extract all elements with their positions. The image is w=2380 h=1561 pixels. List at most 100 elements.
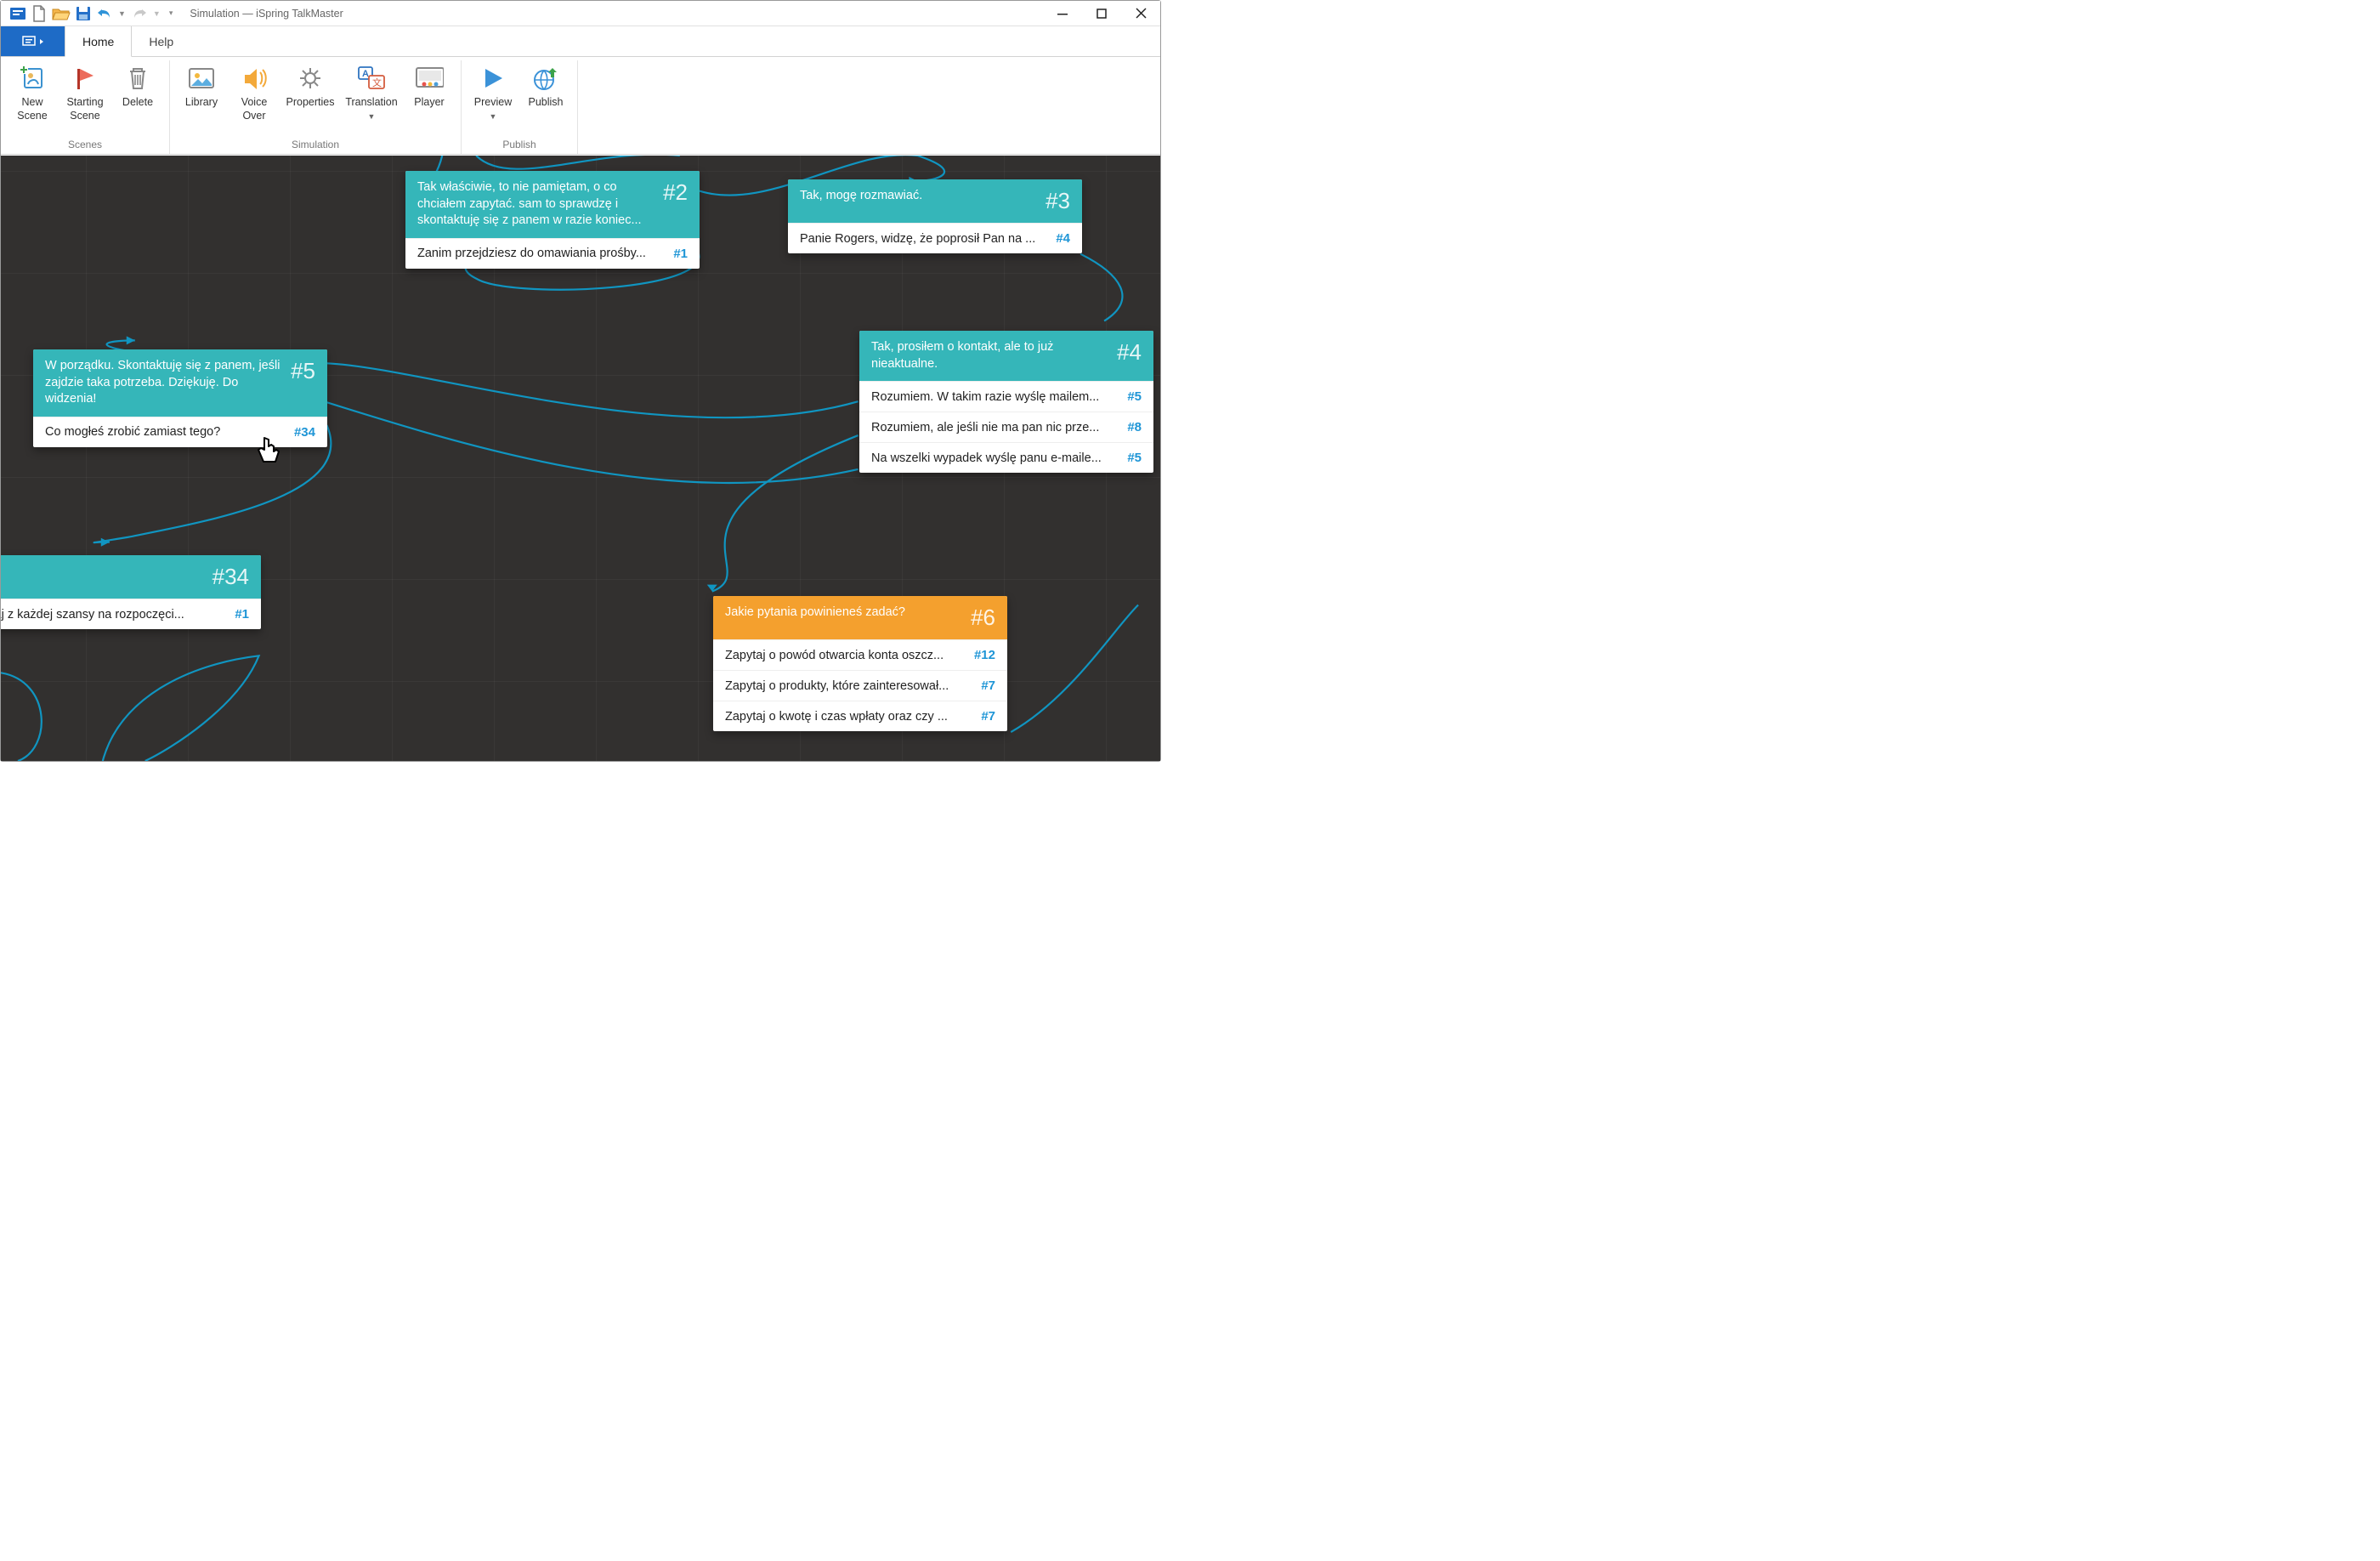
node-header[interactable]: #34 — [1, 555, 261, 599]
tab-home[interactable]: Home — [65, 26, 132, 57]
library-label: Library — [185, 96, 218, 110]
response-link-id: #7 — [981, 709, 995, 724]
response-link-id: #34 — [294, 425, 315, 440]
node-id: #4 — [1117, 339, 1142, 366]
svg-text:文: 文 — [372, 77, 382, 88]
tab-help[interactable]: Help — [132, 26, 191, 56]
node-id: #2 — [663, 179, 688, 206]
player-button[interactable]: Player — [403, 60, 456, 110]
response-text: Na wszelki wypadek wyślę panu e-maile... — [871, 451, 1117, 465]
response-text: Zapytaj o kwotę i czas wpłaty oraz czy .… — [725, 710, 971, 724]
properties-icon — [296, 64, 325, 93]
scene-node-5[interactable]: W porządku. Skontaktuję się z panem, jeś… — [33, 349, 327, 447]
node-header[interactable]: Tak właściwie, to nie pamiętam, o co chc… — [405, 171, 700, 238]
window-title: Simulation — iSpring TalkMaster — [190, 8, 343, 20]
close-button[interactable] — [1121, 1, 1160, 26]
scene-node-34[interactable]: #34 ystaj z każdej szansy na rozpoczęci.… — [1, 555, 261, 629]
ribbon-group-publish: Preview▼ Publish Publish — [462, 60, 578, 154]
node-title: Jakie pytania powinieneś zadać? — [725, 605, 962, 622]
preview-button[interactable]: Preview▼ — [467, 60, 519, 122]
group-label-publish: Publish — [502, 139, 536, 154]
preview-label: Preview▼ — [474, 96, 512, 122]
scene-node-4[interactable]: Tak, prosiłem o kontakt, ale to już niea… — [859, 331, 1153, 473]
player-label: Player — [414, 96, 444, 110]
redo-dropdown-icon[interactable]: ▼ — [153, 9, 161, 18]
properties-label: Properties — [286, 96, 335, 110]
scene-node-6[interactable]: Jakie pytania powinieneś zadać? #6 Zapyt… — [713, 596, 1007, 731]
node-response-row[interactable]: Rozumiem. W takim razie wyślę mailem... … — [859, 381, 1153, 412]
node-response-row[interactable]: Co mogłeś zrobić zamiast tego? #34 — [33, 417, 327, 447]
library-button[interactable]: Library — [175, 60, 228, 110]
node-title: Tak właściwie, to nie pamiętam, o co chc… — [417, 179, 654, 230]
save-icon[interactable] — [76, 6, 91, 21]
quick-access-toolbar: ▼ ▼ ▾ — [4, 5, 178, 22]
group-label-scenes: Scenes — [68, 139, 102, 154]
response-text: Rozumiem. W takim razie wyślę mailem... — [871, 390, 1117, 404]
translation-button[interactable]: A文 Translation▼ — [340, 60, 403, 122]
node-response-row[interactable]: Zapytaj o produkty, które zainteresował.… — [713, 670, 1007, 701]
node-id: #34 — [212, 564, 249, 590]
new-file-icon[interactable] — [31, 5, 47, 22]
qat-customize-icon[interactable]: ▾ — [169, 9, 173, 18]
node-title: Tak, prosiłem o kontakt, ale to już niea… — [871, 339, 1108, 372]
starting-scene-icon — [71, 64, 99, 93]
node-header[interactable]: Tak, prosiłem o kontakt, ale to już niea… — [859, 331, 1153, 381]
ribbon-tab-strip: Home Help — [1, 26, 1160, 57]
delete-label: Delete — [122, 96, 153, 110]
properties-button[interactable]: Properties — [280, 60, 340, 110]
undo-icon[interactable] — [96, 7, 113, 20]
node-title: W porządku. Skontaktuję się z panem, jeś… — [45, 358, 282, 408]
scene-canvas[interactable]: Tak właściwie, to nie pamiętam, o co chc… — [1, 156, 1160, 761]
node-response-row[interactable]: ystaj z każdej szansy na rozpoczęci... #… — [1, 599, 261, 629]
node-id: #5 — [291, 358, 315, 384]
response-link-id: #1 — [673, 247, 688, 261]
delete-button[interactable]: Delete — [111, 60, 164, 110]
node-response-row[interactable]: Panie Rogers, widzę, że poprosił Pan na … — [788, 223, 1082, 253]
minimize-button[interactable] — [1043, 1, 1082, 26]
node-response-row[interactable]: Zapytaj o powód otwarcia konta oszcz... … — [713, 639, 1007, 670]
response-text: ystaj z każdej szansy na rozpoczęci... — [1, 608, 224, 622]
node-header[interactable]: Jakie pytania powinieneś zadać? #6 — [713, 596, 1007, 639]
translation-label: Translation▼ — [345, 96, 397, 122]
window-controls — [1043, 1, 1160, 26]
voice-over-label: Voice Over — [241, 96, 268, 122]
publish-icon — [531, 64, 560, 93]
node-response-row[interactable]: Zanim przejdziesz do omawiania prośby...… — [405, 238, 700, 269]
player-icon — [415, 64, 444, 93]
voice-over-button[interactable]: Voice Over — [228, 60, 280, 122]
app-icon — [9, 5, 26, 22]
scene-node-2[interactable]: Tak właściwie, to nie pamiętam, o co chc… — [405, 171, 700, 269]
scene-node-3[interactable]: Tak, mogę rozmawiać. #3 Panie Rogers, wi… — [788, 179, 1082, 253]
translation-icon: A文 — [357, 64, 386, 93]
node-header[interactable]: Tak, mogę rozmawiać. #3 — [788, 179, 1082, 223]
svg-text:A: A — [362, 69, 369, 79]
voice-over-icon — [240, 64, 269, 93]
response-text: Panie Rogers, widzę, że poprosił Pan na … — [800, 232, 1046, 246]
response-link-id: #4 — [1056, 231, 1070, 246]
response-text: Rozumiem, ale jeśli nie ma pan nic prze.… — [871, 421, 1117, 434]
ribbon-group-scenes: New Scene Starting Scene Delete Scenes — [1, 60, 170, 154]
publish-label: Publish — [529, 96, 564, 110]
open-icon[interactable] — [52, 6, 71, 21]
node-response-row[interactable]: Rozumiem, ale jeśli nie ma pan nic prze.… — [859, 412, 1153, 442]
ribbon-group-simulation: Library Voice Over Properties A文 Transla… — [170, 60, 462, 154]
new-scene-button[interactable]: New Scene — [6, 60, 59, 122]
file-tab[interactable] — [1, 26, 65, 56]
redo-icon[interactable] — [131, 7, 148, 20]
response-text: Zapytaj o powód otwarcia konta oszcz... — [725, 649, 964, 662]
node-response-row[interactable]: Na wszelki wypadek wyślę panu e-maile...… — [859, 442, 1153, 473]
group-label-simulation: Simulation — [292, 139, 339, 154]
starting-scene-button[interactable]: Starting Scene — [59, 60, 111, 122]
undo-dropdown-icon[interactable]: ▼ — [118, 9, 126, 18]
maximize-button[interactable] — [1082, 1, 1121, 26]
response-text: Co mogłeś zrobić zamiast tego? — [45, 425, 284, 439]
response-link-id: #1 — [235, 607, 249, 622]
node-response-row[interactable]: Zapytaj o kwotę i czas wpłaty oraz czy .… — [713, 701, 1007, 731]
library-icon — [187, 64, 216, 93]
node-header[interactable]: W porządku. Skontaktuję się z panem, jeś… — [33, 349, 327, 417]
publish-button[interactable]: Publish — [519, 60, 572, 110]
response-text: Zanim przejdziesz do omawiania prośby... — [417, 247, 663, 260]
node-id: #3 — [1046, 188, 1070, 214]
response-link-id: #7 — [981, 678, 995, 693]
starting-scene-label: Starting Scene — [66, 96, 103, 122]
